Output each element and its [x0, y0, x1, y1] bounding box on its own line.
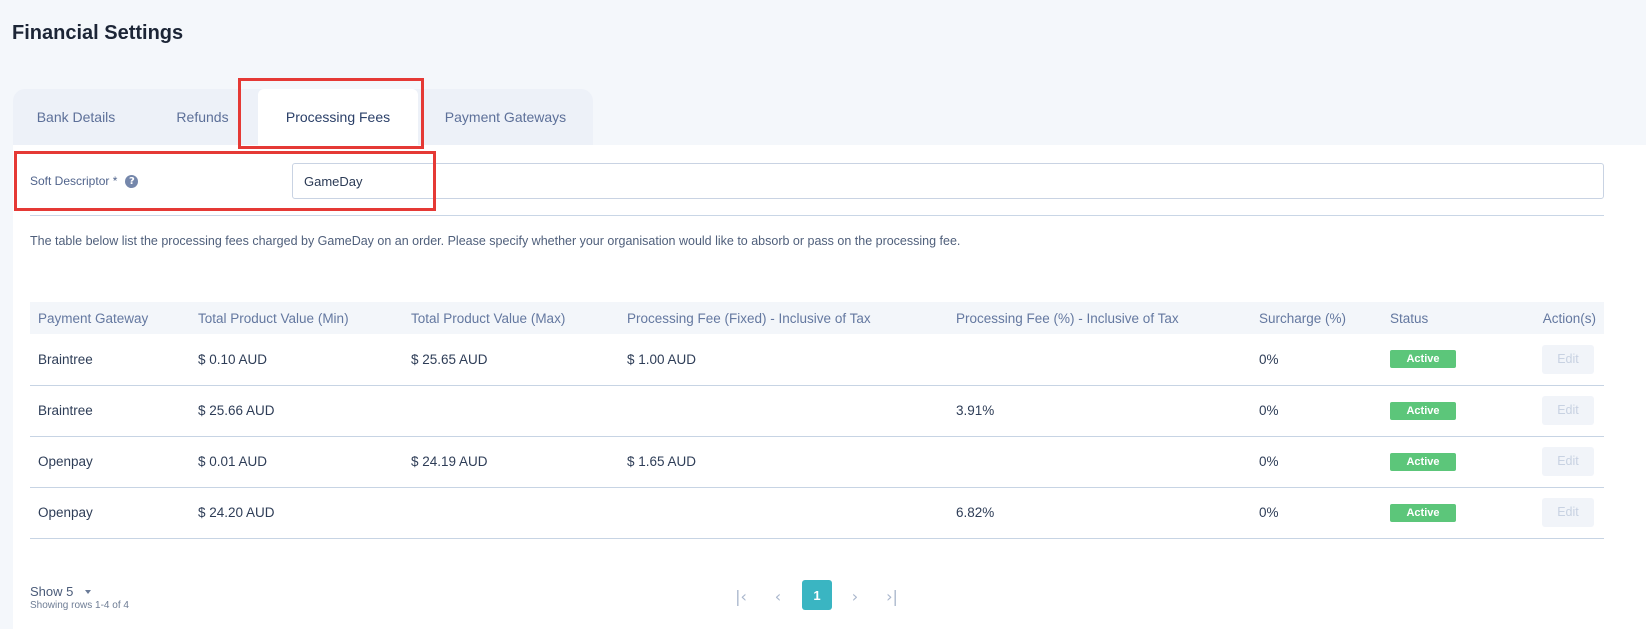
cell-fee-fixed: $ 1.65 AUD — [619, 436, 948, 488]
cell-fee-percent: 6.82% — [948, 487, 1251, 539]
fees-description: The table below list the processing fees… — [30, 234, 961, 248]
table-row: Braintree $ 25.66 AUD 3.91% 0% Active Ed… — [30, 385, 1604, 437]
cell-min: $ 0.10 AUD — [190, 334, 403, 386]
soft-descriptor-label-text: Soft Descriptor * — [30, 174, 118, 188]
cell-action: Edit — [1502, 334, 1604, 386]
tab-payment-gateways[interactable]: Payment Gateways — [418, 89, 593, 145]
table-row: Braintree $ 0.10 AUD $ 25.65 AUD $ 1.00 … — [30, 334, 1604, 386]
cell-surcharge: 0% — [1251, 436, 1382, 488]
next-page-icon[interactable]: › — [840, 582, 870, 610]
status-badge: Active — [1390, 350, 1456, 369]
cell-surcharge: 0% — [1251, 487, 1382, 539]
page-size-label: Show 5 — [30, 584, 74, 599]
last-page-icon[interactable]: ›| — [877, 582, 907, 610]
page-title: Financial Settings — [12, 22, 184, 44]
status-badge: Active — [1390, 503, 1456, 522]
tab-processing-fees[interactable]: Processing Fees — [258, 89, 418, 145]
cell-action: Edit — [1502, 436, 1604, 488]
cell-gateway: Braintree — [30, 334, 190, 386]
col-header-min-value: Total Product Value (Min) — [190, 302, 403, 334]
tab-bank-details[interactable]: Bank Details — [13, 89, 139, 145]
col-header-status: Status — [1382, 302, 1502, 334]
divider — [30, 215, 1604, 216]
edit-button[interactable]: Edit — [1542, 396, 1594, 425]
cell-gateway: Openpay — [30, 487, 190, 539]
col-header-max-value: Total Product Value (Max) — [403, 302, 619, 334]
processing-fees-table: Payment Gateway Total Product Value (Min… — [30, 302, 1604, 539]
page-size-select[interactable]: Show 5 — [30, 584, 92, 599]
col-header-fee-fixed: Processing Fee (Fixed) - Inclusive of Ta… — [619, 302, 948, 334]
page-button-current[interactable]: 1 — [802, 580, 832, 610]
cell-action: Edit — [1502, 487, 1604, 539]
cell-gateway: Braintree — [30, 385, 190, 437]
status-badge: Active — [1390, 452, 1456, 471]
table-row: Openpay $ 0.01 AUD $ 24.19 AUD $ 1.65 AU… — [30, 436, 1604, 488]
cell-status: Active — [1382, 385, 1502, 437]
table-header-row: Payment Gateway Total Product Value (Min… — [30, 302, 1604, 334]
status-badge: Active — [1390, 401, 1456, 420]
tab-refunds[interactable]: Refunds — [139, 89, 266, 145]
cell-max: $ 25.65 AUD — [403, 334, 619, 386]
col-header-actions: Action(s) — [1502, 302, 1604, 334]
cell-status: Active — [1382, 487, 1502, 539]
cell-min: $ 0.01 AUD — [190, 436, 403, 488]
cell-status: Active — [1382, 436, 1502, 488]
cell-fee-percent — [948, 436, 1251, 488]
first-page-icon[interactable]: |‹ — [726, 582, 756, 610]
chevron-down-icon — [85, 589, 92, 594]
cell-fee-percent — [948, 334, 1251, 386]
cell-max: $ 24.19 AUD — [403, 436, 619, 488]
row-count-info: Showing rows 1-4 of 4 — [30, 600, 129, 611]
cell-min: $ 25.66 AUD — [190, 385, 403, 437]
cell-gateway: Openpay — [30, 436, 190, 488]
table-row: Openpay $ 24.20 AUD 6.82% 0% Active Edit — [30, 487, 1604, 539]
soft-descriptor-input[interactable] — [292, 163, 1604, 199]
question-circle-icon[interactable]: ? — [125, 174, 139, 188]
cell-surcharge: 0% — [1251, 334, 1382, 386]
col-header-surcharge: Surcharge (%) — [1251, 302, 1382, 334]
cell-status: Active — [1382, 334, 1502, 386]
cell-surcharge: 0% — [1251, 385, 1382, 437]
col-header-fee-percent: Processing Fee (%) - Inclusive of Tax — [948, 302, 1251, 334]
cell-fee-fixed: $ 1.00 AUD — [619, 334, 948, 386]
cell-fee-fixed — [619, 487, 948, 539]
cell-min: $ 24.20 AUD — [190, 487, 403, 539]
prev-page-icon[interactable]: ‹ — [763, 582, 793, 610]
soft-descriptor-label: Soft Descriptor * ? — [30, 174, 139, 188]
edit-button[interactable]: Edit — [1542, 447, 1594, 476]
cell-max — [403, 487, 619, 539]
edit-button[interactable]: Edit — [1542, 344, 1594, 374]
cell-max — [403, 385, 619, 437]
cell-fee-percent: 3.91% — [948, 385, 1251, 437]
cell-fee-fixed — [619, 385, 948, 437]
edit-button[interactable]: Edit — [1542, 498, 1594, 527]
col-header-payment-gateway: Payment Gateway — [30, 302, 190, 334]
cell-action: Edit — [1502, 385, 1604, 437]
